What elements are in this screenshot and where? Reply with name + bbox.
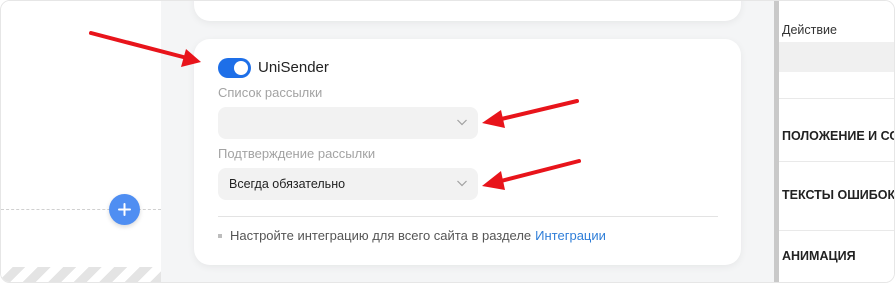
plus-icon	[118, 203, 131, 216]
striped-placeholder	[1, 267, 161, 282]
confirmation-field-label: Подтверждение рассылки	[218, 146, 376, 161]
right-panel: Действие ПОЛОЖЕНИЕ И СОСТОЯНИЕ ТЕКСТЫ ОШ…	[779, 1, 894, 282]
section-separator	[779, 98, 894, 99]
toggle-knob	[234, 61, 248, 75]
chevron-down-icon	[457, 180, 467, 187]
action-row[interactable]	[779, 42, 894, 72]
section-error-texts[interactable]: ТЕКСТЫ ОШИБОК	[782, 188, 894, 202]
confirmation-select-value: Всегда обязательно	[229, 177, 346, 191]
bullet-icon	[218, 233, 222, 238]
list-select[interactable]	[218, 107, 478, 139]
confirmation-select[interactable]: Всегда обязательно	[218, 168, 478, 200]
integration-toggle[interactable]	[218, 58, 251, 78]
add-block-button[interactable]	[109, 194, 140, 225]
section-separator	[779, 230, 894, 231]
integration-card: UniSender Список рассылки Подтверждение …	[194, 39, 741, 265]
integration-name: UniSender	[258, 59, 329, 76]
section-separator	[779, 161, 894, 162]
section-position-state[interactable]: ПОЛОЖЕНИЕ И СОСТОЯНИЕ	[782, 129, 894, 143]
note-text: Настройте интеграцию для всего сайта в р…	[230, 228, 532, 243]
page-canvas	[1, 1, 161, 282]
list-field-label: Список рассылки	[218, 85, 323, 100]
screenshot-frame: UniSender Список рассылки Подтверждение …	[0, 0, 895, 283]
integrations-link[interactable]: Интеграции	[535, 228, 606, 243]
card-divider	[218, 216, 718, 217]
chevron-down-icon	[457, 119, 467, 126]
integration-note: Настройте интеграцию для всего сайта в р…	[218, 228, 606, 243]
previous-card	[194, 1, 741, 21]
action-column-header: Действие	[782, 23, 837, 37]
section-animation[interactable]: АНИМАЦИЯ	[782, 249, 856, 263]
